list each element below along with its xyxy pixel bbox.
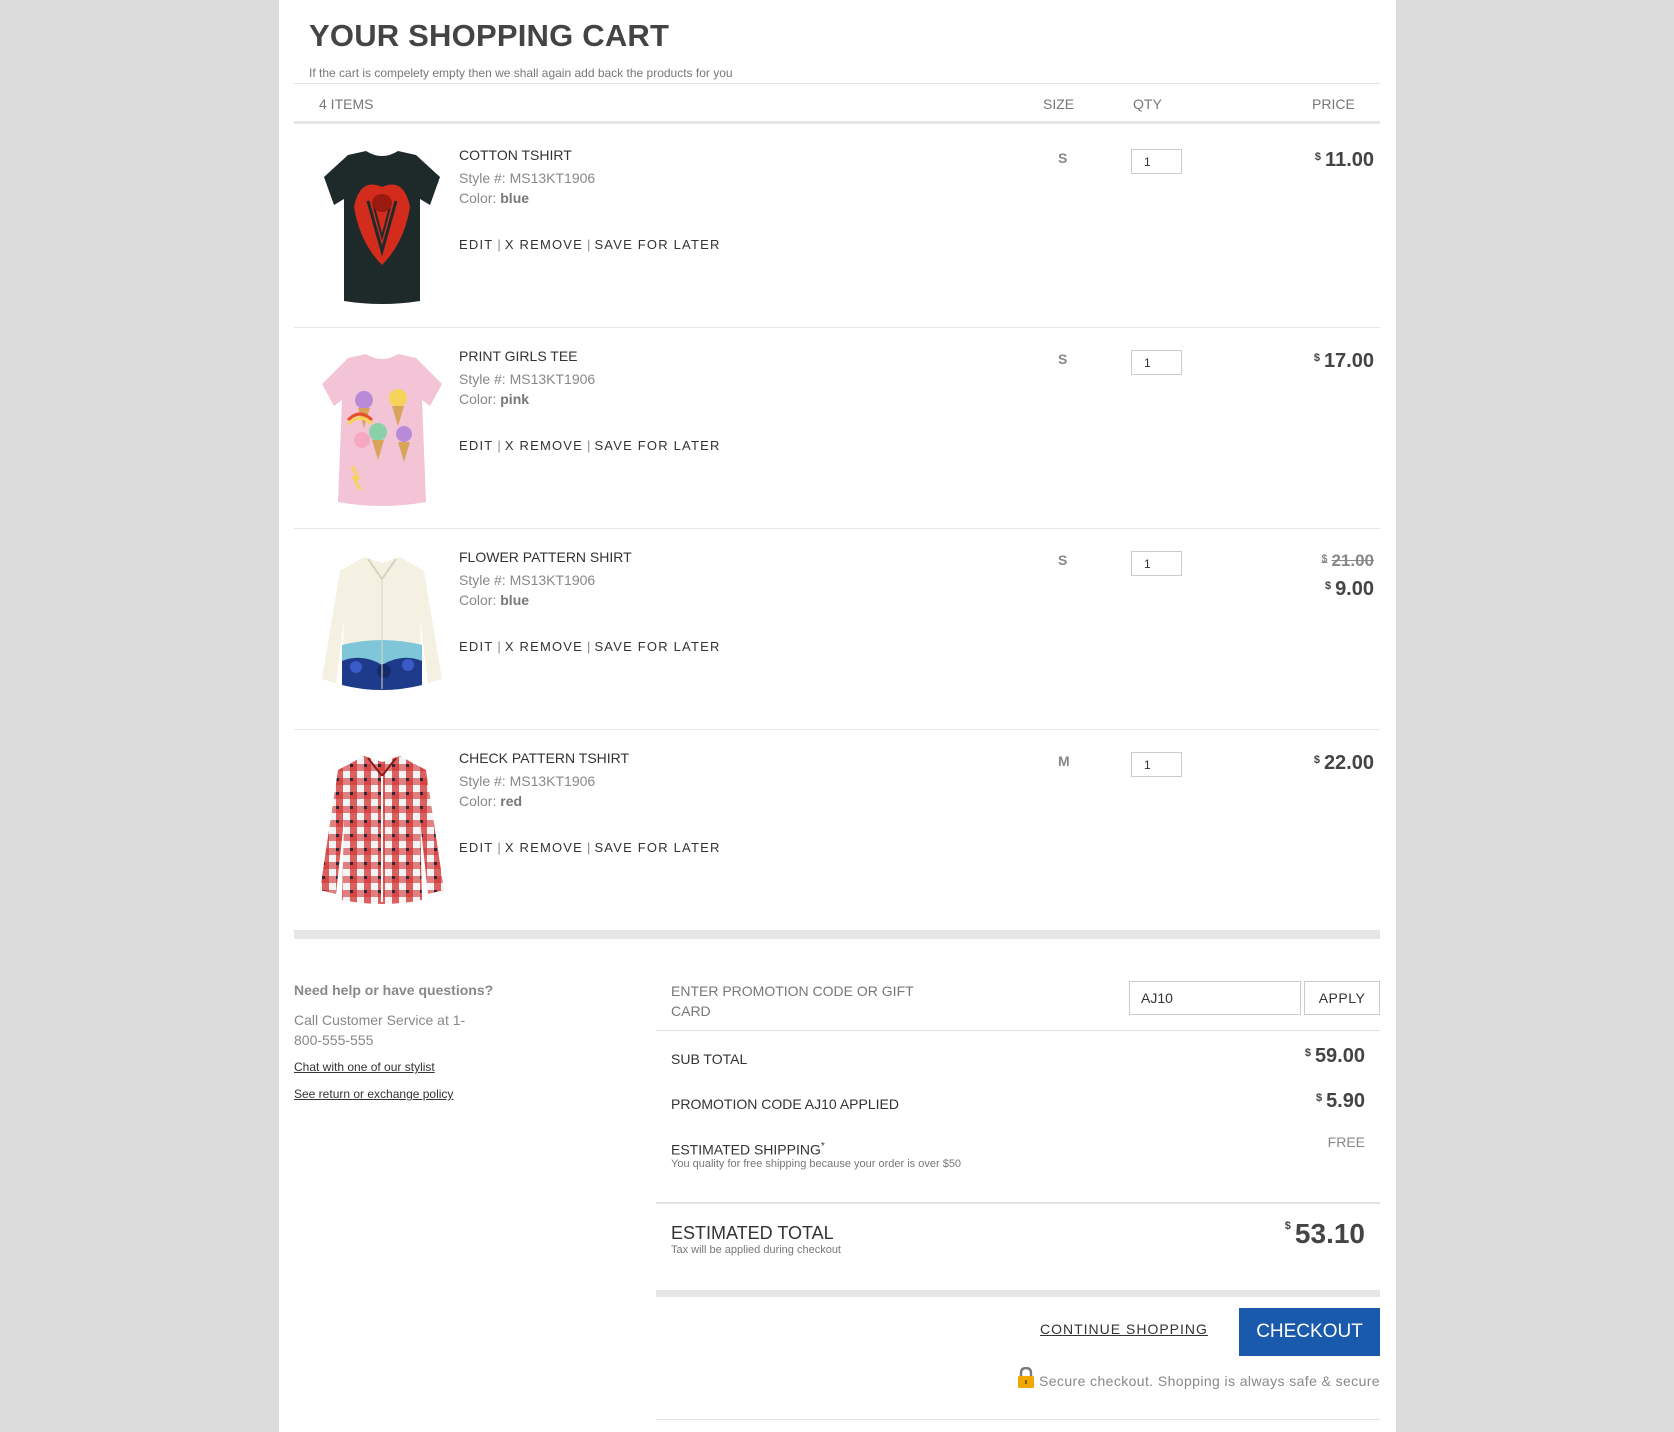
promo-label: ENTER PROMOTION CODE OR GIFT CARD: [671, 983, 914, 1019]
cart-row: PRINT GIRLS TEE Style #: MS13KT1906 Colo…: [294, 328, 1380, 529]
product-actions: EDIT | X REMOVE | SAVE FOR LATER: [459, 237, 721, 252]
secure-checkout-note: Secure checkout. Shopping is always safe…: [1017, 1367, 1380, 1389]
promo-code-input[interactable]: [1129, 981, 1301, 1015]
product-actions: EDIT | X REMOVE | SAVE FOR LATER: [459, 438, 721, 453]
qty-input[interactable]: [1131, 551, 1182, 576]
divider: [656, 1202, 1380, 1204]
save-for-later-link[interactable]: SAVE FOR LATER: [594, 840, 720, 855]
edit-link[interactable]: EDIT: [459, 840, 493, 855]
product-name: CHECK PATTERN TSHIRT: [459, 750, 630, 766]
product-name: COTTON TSHIRT: [459, 147, 572, 163]
items-count: 4 ITEMS: [319, 96, 374, 112]
column-price: PRICE: [1312, 96, 1355, 112]
column-qty: QTY: [1133, 96, 1162, 112]
save-for-later-link[interactable]: SAVE FOR LATER: [594, 438, 720, 453]
chat-stylist-link[interactable]: Chat with one of our stylist: [294, 1060, 435, 1074]
page-title: YOUR SHOPPING CART: [309, 18, 670, 53]
product-image-print-girls-tee[interactable]: [308, 348, 456, 510]
edit-link[interactable]: EDIT: [459, 639, 493, 654]
product-color: Color: blue: [459, 592, 530, 608]
divider: [656, 1419, 1380, 1420]
product-size: S: [1058, 552, 1068, 568]
column-size: SIZE: [1043, 96, 1075, 112]
product-name: FLOWER PATTERN SHIRT: [459, 549, 632, 565]
promo-applied-label: PROMOTION CODE AJ10 APPLIED: [671, 1096, 899, 1112]
product-color: Color: blue: [459, 190, 530, 206]
total-value: $53.10: [1284, 1218, 1365, 1249]
product-price: $11.00: [1314, 149, 1374, 171]
product-name: PRINT GIRLS TEE: [459, 348, 578, 364]
help-heading: Need help or have questions?: [294, 982, 494, 998]
checkout-button[interactable]: CHECKOUT: [1239, 1308, 1380, 1356]
cart-table-header: 4 ITEMS SIZE QTY PRICE: [294, 84, 1380, 124]
shipping-value: FREE: [1327, 1134, 1365, 1150]
product-size: S: [1058, 150, 1068, 166]
remove-link[interactable]: X REMOVE: [505, 237, 583, 252]
product-style: Style #: MS13KT1906: [459, 572, 596, 588]
shipping-label: ESTIMATED SHIPPING*: [671, 1141, 825, 1158]
page-subtitle: If the cart is compelety empty then we s…: [309, 66, 733, 80]
qty-input[interactable]: [1131, 752, 1182, 777]
total-label: ESTIMATED TOTAL: [671, 1223, 834, 1243]
qty-input[interactable]: [1131, 350, 1182, 375]
subtotal-value: $59.00: [1304, 1045, 1365, 1067]
continue-shopping-link[interactable]: CONTINUE SHOPPING: [1040, 1321, 1208, 1337]
shipping-note: You quality for free shipping because yo…: [671, 1158, 962, 1170]
product-style: Style #: MS13KT1906: [459, 773, 596, 789]
section-divider: [294, 930, 1380, 939]
product-style: Style #: MS13KT1906: [459, 170, 596, 186]
remove-link[interactable]: X REMOVE: [505, 639, 583, 654]
product-size: S: [1058, 351, 1068, 367]
original-price: $21.00: [1321, 551, 1374, 570]
product-image-flower-pattern-shirt[interactable]: [308, 549, 456, 711]
product-actions: EDIT | X REMOVE | SAVE FOR LATER: [459, 639, 721, 654]
product-color: Color: pink: [459, 391, 530, 407]
cart-content: YOUR SHOPPING CART If the cart is compel…: [294, 0, 1380, 1432]
product-color: Color: red: [459, 793, 523, 809]
promo-discount-value: $5.90: [1315, 1090, 1365, 1112]
page-container: YOUR SHOPPING CART If the cart is compel…: [279, 0, 1396, 1432]
product-actions: EDIT | X REMOVE | SAVE FOR LATER: [459, 840, 721, 855]
total-note: Tax will be applied during checkout: [671, 1244, 841, 1256]
subtotal-label: SUB TOTAL: [671, 1051, 748, 1067]
cart-row: COTTON TSHIRT Style #: MS13KT1906 Color:…: [294, 127, 1380, 328]
product-size: M: [1058, 753, 1070, 769]
save-for-later-link[interactable]: SAVE FOR LATER: [594, 639, 720, 654]
lock-icon: [1018, 1367, 1034, 1388]
remove-link[interactable]: X REMOVE: [505, 438, 583, 453]
product-image-check-pattern-tshirt[interactable]: [308, 750, 456, 912]
edit-link[interactable]: EDIT: [459, 438, 493, 453]
product-price: $17.00: [1313, 350, 1374, 372]
help-phone-text: Call Customer Service at 1-800-555-555: [294, 1012, 466, 1048]
divider: [656, 1030, 1380, 1031]
cart-row: FLOWER PATTERN SHIRT Style #: MS13KT1906…: [294, 529, 1380, 730]
remove-link[interactable]: X REMOVE: [505, 840, 583, 855]
qty-input[interactable]: [1131, 149, 1182, 174]
return-policy-link[interactable]: See return or exchange policy: [294, 1087, 453, 1101]
product-price: $9.00: [1324, 578, 1374, 600]
cart-row: CHECK PATTERN TSHIRT Style #: MS13KT1906…: [294, 730, 1380, 931]
save-for-later-link[interactable]: SAVE FOR LATER: [594, 237, 720, 252]
product-style: Style #: MS13KT1906: [459, 371, 596, 387]
section-divider: [656, 1290, 1380, 1297]
edit-link[interactable]: EDIT: [459, 237, 493, 252]
product-price: $22.00: [1313, 752, 1374, 774]
apply-button[interactable]: APPLY: [1304, 981, 1380, 1015]
product-image-cotton-tshirt[interactable]: [308, 147, 456, 309]
